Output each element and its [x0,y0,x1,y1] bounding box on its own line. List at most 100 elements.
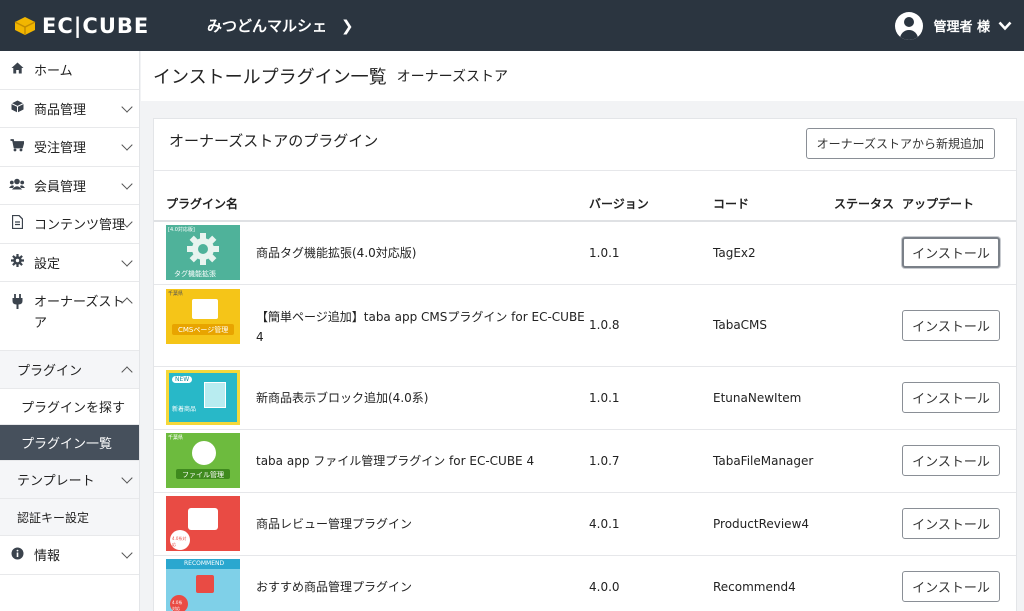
page-title: インストールプラグイン一覧 [153,67,387,88]
chevron-down-icon [121,254,133,267]
plugin-name: 新商品表示ブロック追加(4.0系) [256,390,429,405]
thumb-badge-text: 4.0系対応 [172,600,183,611]
plugin-code: Recommend4 [713,555,834,611]
plugin-name: 商品レビュー管理プラグイン [256,516,413,531]
install-button[interactable]: インストール [902,571,1000,602]
plugin-version: 4.0.1 [589,492,713,556]
chevron-right-icon[interactable]: ❯ [341,17,354,35]
sidebar-item-auth-key[interactable]: 認証キー設定 [0,499,139,536]
file-icon [9,215,25,232]
plugin-status [834,555,902,611]
info-icon [9,547,25,563]
sidebar-label: 会員管理 [34,179,87,195]
home-icon [9,62,25,77]
sidebar-item-plugin-list[interactable]: プラグイン一覧 [0,425,139,461]
install-button[interactable]: インストール [902,445,1000,476]
plugin-status [834,429,902,493]
column-header-name: プラグイン名 [154,171,589,222]
plugin-thumbnail: RECOMMEND 4.0系対応 [166,559,240,611]
thumb-tag: RECOMMEND [184,560,225,567]
plug-icon [9,294,25,316]
thumb-tag: 千葉県 [168,435,184,441]
user-name: 管理者 様 [933,20,990,35]
plugin-version: 1.0.7 [589,429,713,493]
plugin-version: 1.0.1 [589,221,713,285]
table-header-row: プラグイン名 バージョン コード ステータス アップデート [154,171,1016,222]
sidebar-item-members[interactable]: 会員管理 [0,167,139,205]
plugin-code: TabaCMS [713,284,834,367]
plugin-name: 商品タグ機能拡張(4.0対応版) [256,245,417,260]
plugin-version: 1.0.1 [589,366,713,430]
card-header: オーナーズストアのプラグイン オーナーズストアから新規追加 [154,119,1016,171]
column-header-status: ステータス [834,171,902,222]
comment-icon [188,508,218,530]
sidebar-label: オーナーズストア [34,295,125,331]
plugin-status [834,492,902,556]
sidebar-label: テンプレート [17,474,95,489]
logo[interactable]: EC|CUBE [12,14,187,38]
sidebar-item-owners-store[interactable]: オーナーズストア [0,282,139,351]
sidebar-item-plugin[interactable]: プラグイン [0,351,139,389]
sidebar-item-orders[interactable]: 受注管理 [0,128,139,167]
chevron-down-icon [121,139,133,151]
document-icon [192,298,218,319]
chevron-down-icon [121,472,133,484]
table-row: RECOMMEND 4.0系対応 おすすめ商品管理プラグイン 4.0.0 Rec… [154,555,1016,611]
plugin-thumbnail: 千葉県 CMSページ管理 [166,288,240,344]
cube-logo-icon [14,16,36,35]
chevron-up-icon [121,366,133,378]
user-menu[interactable]: 管理者 様 [895,0,1012,51]
shopping-bag-icon [204,382,226,408]
sidebar-label: コンテンツ管理 [34,218,126,234]
sidebar-label: ホーム [34,64,73,80]
sidebar-item-contents[interactable]: コンテンツ管理 [0,205,139,244]
gear-icon [187,233,219,266]
sidebar-label: 商品管理 [34,102,87,118]
sidebar-label: 情報 [34,549,61,565]
add-from-store-button[interactable]: オーナーズストアから新規追加 [805,128,995,159]
table-row: 千葉県 ファイル管理 taba app ファイル管理プラグイン for EC-C… [154,429,1016,493]
monitor-icon [192,441,216,465]
users-icon [9,178,25,193]
plugin-table: プラグイン名 バージョン コード ステータス アップデート [4.0対応版] タ… [154,171,1016,611]
sidebar-label: プラグイン一覧 [21,437,113,452]
shop-name[interactable]: みつどんマルシェ [207,15,327,36]
plugin-version: 4.0.0 [589,555,713,611]
sidebar-item-home[interactable]: ホーム [0,51,139,90]
thumb-label: タグ機能拡張 [174,270,216,279]
card-title: オーナーズストアのプラグイン [169,132,379,150]
sidebar-item-info[interactable]: 情報 [0,536,139,575]
shirt-icon [196,575,214,593]
thumb-tag: NEW [172,376,193,383]
table-row: NEW 新着商品 新商品表示ブロック追加(4.0系) 1.0.1 EtunaNe… [154,366,1016,430]
logo-text: EC|CUBE [42,13,150,38]
page-subtitle: オーナーズストア [396,69,508,85]
gear-icon [9,254,25,270]
sidebar-label: 設定 [34,256,61,272]
plugin-card: オーナーズストアのプラグイン オーナーズストアから新規追加 プラグイン名 バージ… [153,118,1017,611]
chevron-down-icon [998,21,1012,30]
plugin-name: おすすめ商品管理プラグイン [256,579,413,594]
chevron-down-icon [121,100,133,113]
sidebar-item-plugin-find[interactable]: プラグインを探す [0,389,139,425]
table-row: 4.0系対応 商品レビュー管理プラグイン 4.0.1 ProductReview… [154,492,1016,556]
sidebar-item-template[interactable]: テンプレート [0,461,139,499]
install-button[interactable]: インストール [902,382,1000,413]
plugin-name: taba app ファイル管理プラグイン for EC-CUBE 4 [256,453,535,468]
thumb-label: 新着商品 [172,406,197,413]
plugin-code: TabaFileManager [713,429,834,493]
sidebar: ホーム 商品管理 受注管理 会員管理 コンテンツ管理 設定 オーナーズストア プ… [0,51,140,611]
plugin-version: 1.0.8 [589,284,713,367]
plugin-code: TagEx2 [713,221,834,285]
sidebar-label: 受注管理 [34,141,87,157]
thumb-label: CMSページ管理 [178,325,229,334]
install-button[interactable]: インストール [902,508,1000,539]
sidebar-item-products[interactable]: 商品管理 [0,90,139,128]
install-button[interactable]: インストール [902,237,1000,269]
sidebar-item-settings[interactable]: 設定 [0,244,139,282]
column-header-update: アップデート [902,171,1016,222]
sidebar-label: 認証キー設定 [17,510,90,525]
plugin-status [834,284,902,367]
box-icon [9,100,25,116]
install-button[interactable]: インストール [902,309,1000,341]
